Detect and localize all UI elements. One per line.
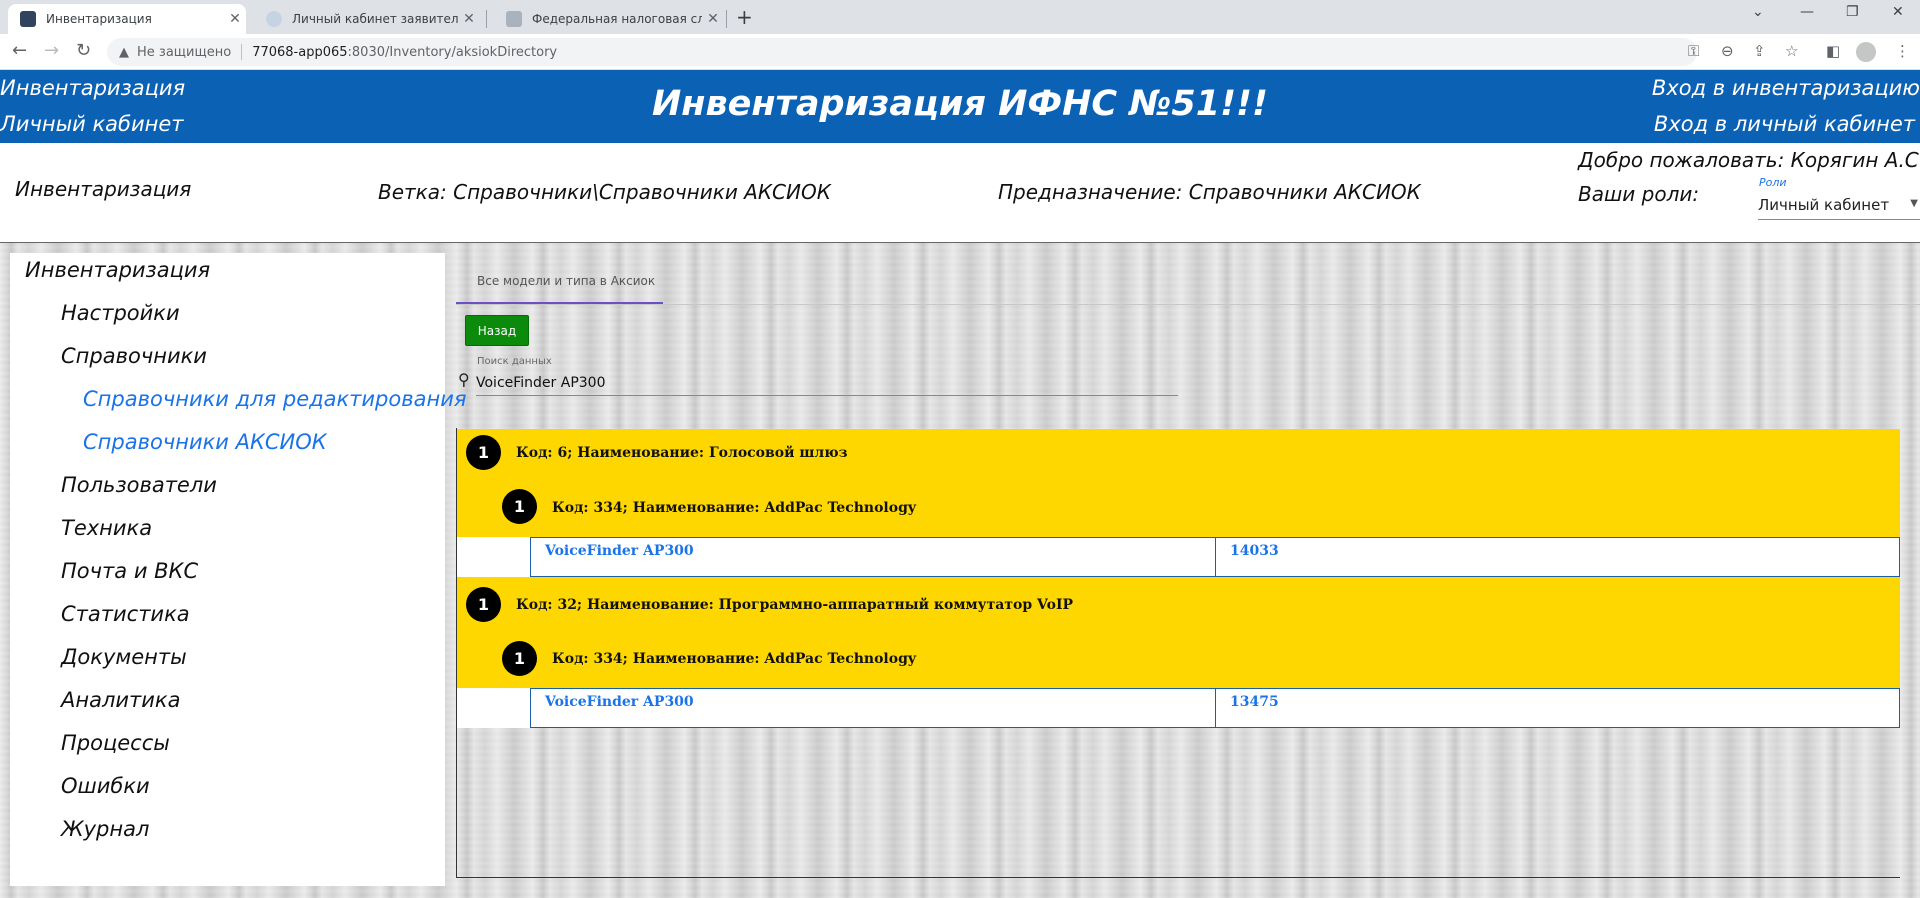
results-group: 1 Код: 6; Наименование: Голосовой шлюз 1… <box>457 429 1900 537</box>
search-icon: ⚲ <box>458 370 470 389</box>
tab-divider <box>726 10 727 28</box>
profile-avatar-icon[interactable] <box>1856 42 1876 62</box>
tab-title: Инвентаризация <box>46 12 152 26</box>
share-icon[interactable]: ⇪ <box>1753 42 1766 60</box>
header-link-inventory[interactable]: Инвентаризация <box>0 76 185 100</box>
code-cell[interactable]: 14033 <box>1215 537 1900 577</box>
security-status[interactable]: Не защищено <box>137 45 231 60</box>
sidebar-item-editable-directories[interactable]: Справочники для редактирования <box>83 387 467 411</box>
sidebar-item-aksiok-directories[interactable]: Справочники АКСИОК <box>83 430 327 454</box>
url-path: :8030/Inventory/aksiokDirectory <box>347 44 558 60</box>
key-icon[interactable]: ⚿ <box>1688 42 1699 60</box>
minimize-icon[interactable]: — <box>1800 4 1814 20</box>
close-icon[interactable]: ✕ <box>458 11 480 27</box>
results-group: 1 Код: 32; Наименование: Программно-аппа… <box>457 577 1900 688</box>
browser-tab-cabinet[interactable]: Личный кабинет заявителя ✕ <box>254 4 480 34</box>
close-icon[interactable]: ✕ <box>224 11 246 27</box>
menu-dots-icon[interactable]: ⋮ <box>1895 42 1910 60</box>
site-header: Инвентаризация Личный кабинет Инвентариз… <box>0 70 1920 143</box>
roles-select[interactable]: Личный кабинет ▼ <box>1758 190 1920 220</box>
tab-favicon-icon <box>506 11 522 27</box>
warning-icon[interactable]: ▲ <box>119 45 129 60</box>
sidebar-item-documents[interactable]: Документы <box>61 645 187 669</box>
star-icon[interactable]: ☆ <box>1785 42 1798 60</box>
group-title[interactable]: Код: 32; Наименование: Программно-аппара… <box>516 597 1073 613</box>
tab-favicon-icon <box>266 11 282 27</box>
sidebar-item-statistics[interactable]: Статистика <box>61 602 190 626</box>
browser-tab-inventory[interactable]: Инвентаризация ✕ <box>8 4 246 34</box>
section-name: Инвентаризация <box>15 177 192 201</box>
header-link-login-cabinet[interactable]: Вход в личный кабинет <box>1654 112 1915 136</box>
purpose-text: Предназначение: Справочники АКСИОК <box>998 180 1421 204</box>
roles-field-label: Роли <box>1759 176 1787 189</box>
welcome-text: Добро пожаловать: Корягин А.С. <box>1578 148 1920 172</box>
new-tab-button[interactable]: + <box>736 5 753 29</box>
table-row: VoiceFinder AP300 13475 <box>457 688 1900 728</box>
table-row: VoiceFinder AP300 14033 <box>457 537 1900 577</box>
search-label: Поиск данных <box>477 356 552 367</box>
sidebar-item-directories[interactable]: Справочники <box>61 344 207 368</box>
roles-label: Ваши роли: <box>1578 182 1700 206</box>
sidepanel-icon[interactable]: ◧ <box>1826 42 1840 60</box>
browser-tab-strip: Инвентаризация ✕ Личный кабинет заявител… <box>0 0 1920 34</box>
roles-selected-value: Личный кабинет <box>1758 196 1890 214</box>
info-strip: Инвентаризация Ветка: Справочники\Справо… <box>0 143 1920 242</box>
count-badge: 1 <box>466 435 501 470</box>
omnibox-divider <box>241 44 243 60</box>
sidebar-item-settings[interactable]: Настройки <box>61 301 180 325</box>
code-cell[interactable]: 13475 <box>1215 688 1900 728</box>
model-cell[interactable]: VoiceFinder AP300 <box>530 537 1216 577</box>
tab-title: Федеральная налоговая служба <box>532 12 702 26</box>
close-icon[interactable]: ✕ <box>702 11 724 27</box>
count-badge: 1 <box>466 587 501 622</box>
sidebar-item-inventory[interactable]: Инвентаризация <box>25 258 210 282</box>
zoom-icon[interactable]: ⊖ <box>1721 42 1734 60</box>
sidebar-item-journal[interactable]: Журнал <box>61 817 149 841</box>
url-host: 77068-app065 <box>252 44 348 60</box>
tab-favicon-icon <box>20 11 36 27</box>
sidebar-item-mail-vks[interactable]: Почта и ВКС <box>61 559 198 583</box>
tab-divider <box>486 10 487 28</box>
back-arrow-icon[interactable]: ← <box>12 40 27 61</box>
count-badge: 1 <box>502 489 537 524</box>
page-title: Инвентаризация ИФНС №51!!! <box>652 84 1268 124</box>
search-input[interactable] <box>476 370 1178 396</box>
sidebar-item-analytics[interactable]: Аналитика <box>61 688 180 712</box>
forward-arrow-icon[interactable]: → <box>44 40 59 61</box>
tab-search-icon[interactable]: ⌄ <box>1752 4 1764 20</box>
sidebar-item-errors[interactable]: Ошибки <box>61 774 150 798</box>
sidebar-item-equipment[interactable]: Техника <box>61 516 152 540</box>
chevron-down-icon: ▼ <box>1910 198 1918 209</box>
branch-path: Ветка: Справочники\Справочники АКСИОК <box>378 180 831 204</box>
count-badge: 1 <box>502 641 537 676</box>
window-close-icon[interactable]: ✕ <box>1892 4 1904 20</box>
back-button[interactable]: Назад <box>465 315 529 346</box>
model-cell[interactable]: VoiceFinder AP300 <box>530 688 1216 728</box>
group-title[interactable]: Код: 6; Наименование: Голосовой шлюз <box>516 445 848 461</box>
restore-icon[interactable]: ❐ <box>1846 4 1859 20</box>
subgroup-title[interactable]: Код: 334; Наименование: AddPac Technolog… <box>552 500 916 516</box>
browser-tab-fns[interactable]: Федеральная налоговая служба ✕ <box>494 4 724 34</box>
header-link-cabinet[interactable]: Личный кабинет <box>0 112 184 136</box>
subgroup-title[interactable]: Код: 334; Наименование: AddPac Technolog… <box>552 651 916 667</box>
sidebar: Инвентаризация Настройки Справочники Спр… <box>10 253 467 886</box>
sidebar-item-processes[interactable]: Процессы <box>61 731 170 755</box>
tab-title: Личный кабинет заявителя <box>292 12 458 26</box>
url-field[interactable]: ▲ Не защищено 77068-app065:8030/Inventor… <box>107 38 1697 66</box>
tab-all-models[interactable]: Все модели и типа в Аксиок <box>456 270 663 304</box>
tab-underline-rule <box>456 304 1920 305</box>
sidebar-item-users[interactable]: Пользователи <box>61 473 217 497</box>
header-link-login-inventory[interactable]: Вход в инвентаризацию <box>1652 76 1920 100</box>
address-bar: ← → ↻ ▲ Не защищено 77068-app065:8030/In… <box>0 34 1920 70</box>
reload-icon[interactable]: ↻ <box>76 40 91 61</box>
